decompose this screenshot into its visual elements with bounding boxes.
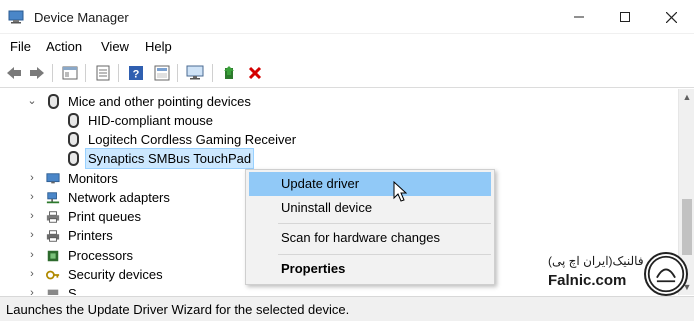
watermark-brand-fa: فالنیک(ایران اچ پی) <box>548 254 644 268</box>
falnic-logo-icon <box>644 252 688 296</box>
selected-device-label: Synaptics SMBus TouchPad <box>84 148 255 169</box>
expand-chevron-icon[interactable]: › <box>26 188 38 207</box>
menu-view[interactable]: View <box>101 39 129 54</box>
window-title: Device Manager <box>34 10 129 25</box>
category-label: S... <box>68 286 88 295</box>
context-menu: Update driver Uninstall device Scan for … <box>245 169 495 285</box>
maximize-icon <box>620 12 630 22</box>
menu-scan-hardware[interactable]: Scan for hardware changes <box>249 226 491 250</box>
uninstall-x-icon <box>248 66 262 80</box>
category-label: Network adapters <box>68 190 170 205</box>
mouse-cursor-icon <box>393 181 407 202</box>
tree-category-mice[interactable]: ⌄ Mice and other pointing devices <box>0 92 400 111</box>
collapse-chevron-icon[interactable]: ⌄ <box>26 92 38 111</box>
toolbar: ? <box>0 58 694 88</box>
scroll-thumb[interactable] <box>682 199 692 255</box>
tree-device-hid-mouse[interactable]: HID-compliant mouse <box>0 111 400 130</box>
security-key-icon <box>46 270 60 280</box>
minimize-button[interactable] <box>556 0 602 34</box>
expand-chevron-icon[interactable]: › <box>26 226 38 245</box>
properties-pane-icon <box>62 66 78 80</box>
tree-device-synaptics[interactable]: Synaptics SMBus TouchPad <box>0 148 400 169</box>
update-view-icon <box>154 65 170 81</box>
svg-text:?: ? <box>133 69 140 81</box>
printer-icon <box>46 230 60 242</box>
add-driver-icon <box>224 66 234 79</box>
menu-bar: File Action View Help <box>0 34 694 58</box>
menu-separator <box>278 254 491 255</box>
network-adapter-icon <box>46 192 60 204</box>
list-icon <box>96 65 110 81</box>
category-label: Mice and other pointing devices <box>68 94 251 109</box>
uninstall-button[interactable] <box>245 63 265 83</box>
device-label: Logitech Cordless Gaming Receiver <box>88 132 297 147</box>
maximize-button[interactable] <box>602 0 648 34</box>
mouse-icon <box>68 132 79 147</box>
toolbar-separator <box>85 64 86 82</box>
category-label: Monitors <box>68 171 118 186</box>
list-button[interactable] <box>93 63 113 83</box>
category-label: Printers <box>68 228 113 243</box>
update-view-button[interactable] <box>152 63 172 83</box>
title-bar: Device Manager <box>0 0 694 34</box>
menu-separator <box>278 223 491 224</box>
category-label: Print queues <box>68 209 141 224</box>
scroll-up-button[interactable]: ▲ <box>679 89 694 105</box>
back-button[interactable] <box>4 63 24 83</box>
category-label: Processors <box>68 248 134 263</box>
monitor-icon <box>46 173 60 184</box>
properties-pane-button[interactable] <box>60 63 80 83</box>
device-manager-icon <box>8 10 24 24</box>
expand-chevron-icon[interactable]: › <box>26 284 38 295</box>
expand-chevron-icon[interactable]: › <box>26 207 38 226</box>
mouse-icon <box>68 113 79 128</box>
status-text: Launches the Update Driver Wizard for th… <box>6 302 350 317</box>
close-icon <box>665 11 677 23</box>
device-label: HID-compliant mouse <box>88 113 213 128</box>
expand-chevron-icon[interactable]: › <box>26 265 38 284</box>
scan-hardware-button[interactable] <box>185 63 205 83</box>
device-icon <box>47 289 59 295</box>
tree-category-partial[interactable]: › S... <box>0 284 400 295</box>
menu-action[interactable]: Action <box>46 39 82 54</box>
close-button[interactable] <box>648 0 694 34</box>
toolbar-separator <box>52 64 53 82</box>
menu-update-driver[interactable]: Update driver <box>249 172 491 196</box>
menu-help[interactable]: Help <box>145 39 172 54</box>
forward-button[interactable] <box>27 63 47 83</box>
help-icon: ? <box>129 66 143 81</box>
tree-device-logitech[interactable]: Logitech Cordless Gaming Receiver <box>0 130 400 149</box>
print-queue-icon <box>46 211 60 223</box>
menu-properties[interactable]: Properties <box>249 257 491 281</box>
processor-icon <box>47 250 59 262</box>
watermark-brand: Falnic.com <box>548 272 627 289</box>
menu-file[interactable]: File <box>10 39 31 54</box>
toolbar-separator <box>118 64 119 82</box>
watermark: فالنیک(ایران اچ پی) Falnic.com <box>548 252 694 296</box>
minimize-icon <box>574 16 584 18</box>
menu-uninstall-device[interactable]: Uninstall device <box>249 196 491 220</box>
forward-icon <box>30 67 44 79</box>
help-button[interactable]: ? <box>126 63 146 83</box>
category-label: Security devices <box>68 267 163 282</box>
toolbar-separator <box>177 64 178 82</box>
monitor-scan-icon <box>186 65 204 80</box>
mouse-icon <box>68 151 79 166</box>
expand-chevron-icon[interactable]: › <box>26 169 38 188</box>
toolbar-separator <box>212 64 213 82</box>
mouse-icon <box>48 94 59 109</box>
back-icon <box>7 67 21 79</box>
expand-chevron-icon[interactable]: › <box>26 246 38 265</box>
add-driver-button[interactable] <box>220 63 240 83</box>
status-bar: Launches the Update Driver Wizard for th… <box>0 296 694 321</box>
